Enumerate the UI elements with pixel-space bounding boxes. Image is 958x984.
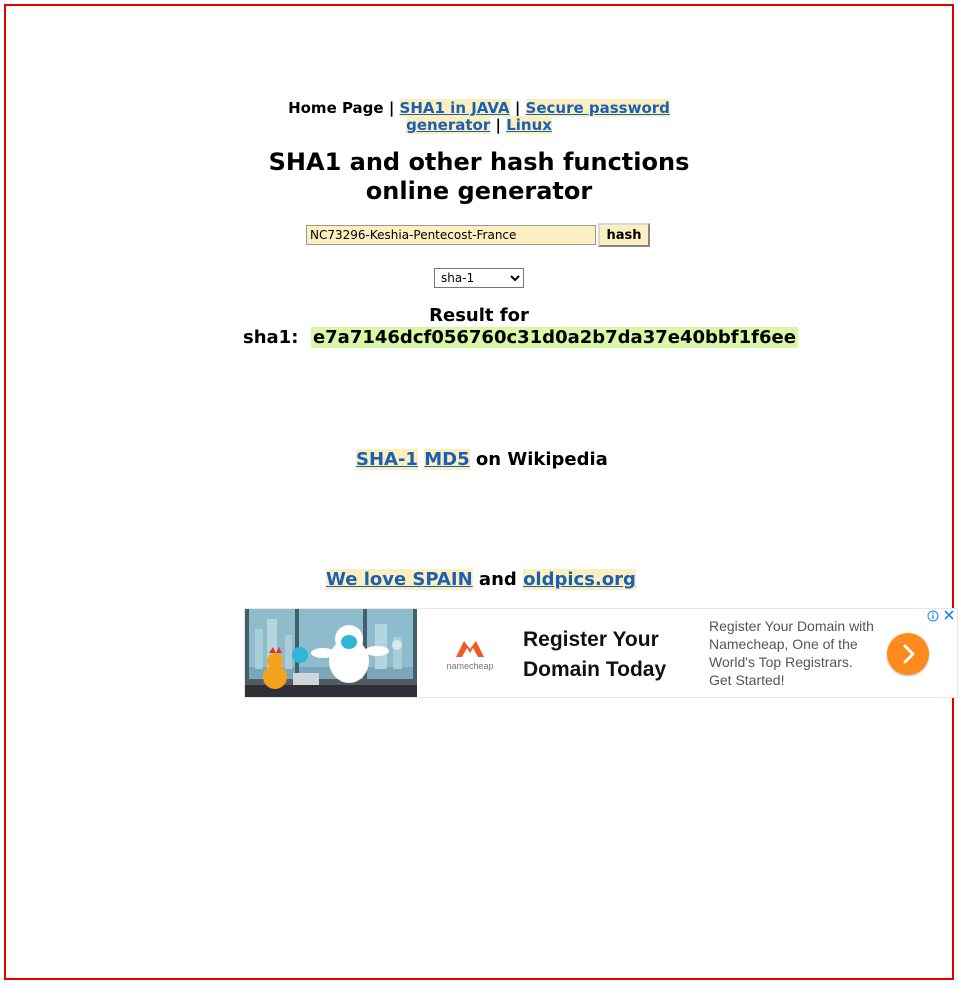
ad-headline-line1[interactable]: Register Your [523, 628, 659, 651]
nav-separator: | [388, 99, 395, 117]
close-icon[interactable] [943, 609, 955, 625]
wiki-suffix: on Wikipedia [475, 449, 608, 470]
hash-form: hash [306, 223, 650, 247]
ad-cta-button[interactable] [887, 633, 929, 675]
page-title-line1: SHA1 and other hash functions [268, 148, 690, 176]
link-oldpics[interactable]: oldpics.org [523, 569, 636, 590]
link-we-love-spain[interactable]: We love SPAIN [326, 569, 473, 590]
hash-button[interactable]: hash [598, 223, 650, 247]
ad-description[interactable]: Register Your Domain with Namecheap, One… [709, 617, 874, 689]
namecheap-brand-text: namecheap [446, 661, 494, 671]
ad-banner[interactable]: namecheap Register Your Domain Today Reg… [244, 608, 958, 698]
result-line: sha1: e7a7146dcf056760c31d0a2b7da37e40bb… [243, 327, 798, 349]
nav-link-linux[interactable]: Linux [506, 116, 552, 134]
page-title-line2: online generator [365, 177, 593, 205]
hash-result-value: e7a7146dcf056760c31d0a2b7da37e40bbf1f6ee [310, 327, 798, 348]
chevron-right-icon [903, 644, 915, 664]
wiki-link-md5[interactable]: MD5 [424, 449, 470, 470]
yeti-illustration [245, 609, 417, 697]
info-icon[interactable] [927, 610, 939, 625]
nav-separator: | [514, 99, 521, 117]
result-heading: Result for [429, 305, 529, 326]
info-icon-glyph [927, 610, 939, 622]
home-page-text: Home Page [288, 99, 384, 117]
text-to-hash-input[interactable] [306, 225, 596, 245]
wikipedia-links: SHA-1 MD5 on Wikipedia [356, 448, 608, 472]
ad-headline[interactable]: Register Your Domain Today [523, 625, 693, 685]
namecheap-logo-icon [456, 641, 484, 657]
page-title: SHA1 and other hash functions online gen… [230, 148, 728, 206]
result-algo-label: sha1: [243, 327, 299, 348]
close-icon-glyph [944, 610, 954, 620]
partner-links: We love SPAIN and oldpics.org [326, 568, 636, 592]
ad-headline-line2[interactable]: Domain Today [523, 658, 666, 681]
wiki-link-sha1[interactable]: SHA-1 [356, 449, 418, 470]
nav-link-sha1-java[interactable]: SHA1 in JAVA [399, 99, 510, 117]
nav-separator: | [495, 116, 501, 134]
ad-illustration [245, 609, 417, 697]
namecheap-logo: namecheap [445, 639, 495, 671]
and-text: and [478, 569, 517, 590]
algorithm-select[interactable]: sha-1 [434, 268, 524, 288]
top-nav: Home Page | SHA1 in JAVA | Secure passwo… [280, 99, 678, 134]
